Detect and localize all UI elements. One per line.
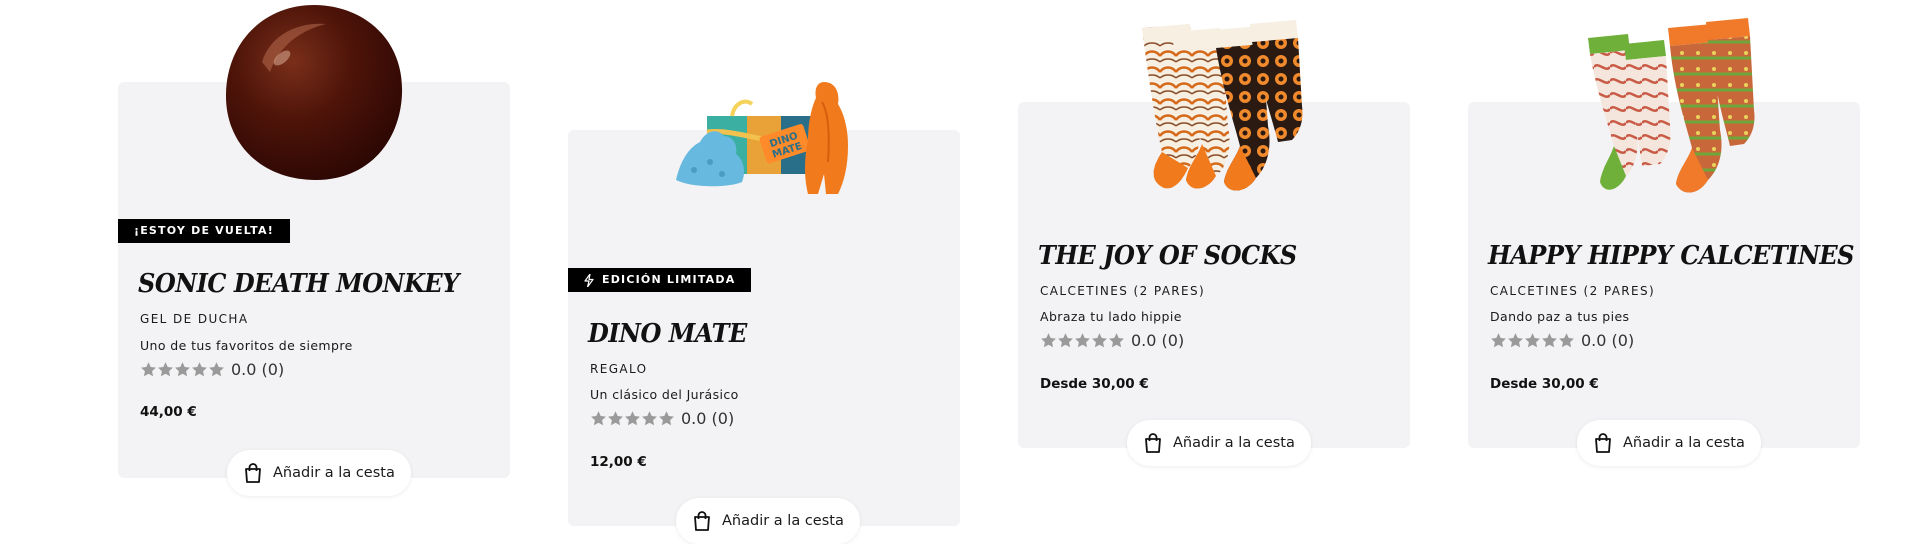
status-badge: ¡ESTOY DE VUELTA!: [118, 219, 290, 243]
dino-gift-box-image[interactable]: DINO MATE: [672, 82, 858, 198]
shopping-bag-icon: [245, 463, 261, 483]
star-icon: [625, 411, 640, 426]
product-tagline: Dando paz a tus pies: [1490, 309, 1630, 324]
star-icon: [1491, 333, 1506, 348]
star-icon: [642, 411, 657, 426]
product-rating: 0.0 (0): [1490, 331, 1634, 350]
star-icon: [1041, 333, 1056, 348]
add-to-cart-label: Añadir a la cesta: [273, 465, 395, 481]
product-price: 12,00 €: [590, 454, 647, 470]
badge-label: EDICIÓN LIMITADA: [602, 273, 736, 286]
star-icon: [1109, 333, 1124, 348]
star-icon: [659, 411, 674, 426]
star-icon: [608, 411, 623, 426]
rating-stars: [590, 410, 675, 427]
shopping-bag-icon: [1595, 433, 1611, 453]
star-icon: [175, 362, 190, 377]
star-icon: [192, 362, 207, 377]
star-icon: [141, 362, 156, 377]
rating-value: 0.0 (0): [681, 409, 735, 428]
rating-stars: [1490, 332, 1575, 349]
star-icon: [209, 362, 224, 377]
badge-label: ¡ESTOY DE VUELTA!: [134, 224, 274, 237]
add-to-cart-button[interactable]: Añadir a la cesta: [1127, 420, 1311, 466]
product-price: Desde 30,00 €: [1040, 376, 1149, 392]
orange-socks-image[interactable]: [1128, 16, 1306, 206]
product-price: 44,00 €: [140, 404, 197, 420]
product-tagline: Abraza tu lado hippie: [1040, 309, 1182, 324]
star-icon: [1542, 333, 1557, 348]
product-rating: 0.0 (0): [590, 409, 734, 428]
product-tagline: Un clásico del Jurásico: [590, 387, 739, 402]
rating-value: 0.0 (0): [1131, 331, 1185, 350]
star-icon: [1075, 333, 1090, 348]
add-to-cart-button[interactable]: Añadir a la cesta: [227, 450, 411, 496]
green-socks-image[interactable]: [1578, 18, 1758, 204]
shopping-bag-icon: [694, 511, 710, 531]
star-icon: [1092, 333, 1107, 348]
product-rating: 0.0 (0): [1040, 331, 1184, 350]
star-icon: [591, 411, 606, 426]
add-to-cart-button[interactable]: Añadir a la cesta: [676, 498, 860, 544]
product-title[interactable]: DINO MATE: [588, 317, 747, 348]
product-rating: 0.0 (0): [140, 360, 284, 379]
add-to-cart-label: Añadir a la cesta: [1173, 435, 1295, 451]
add-to-cart-button[interactable]: Añadir a la cesta: [1577, 420, 1761, 466]
product-category: CALCETINES (2 PARES): [1040, 284, 1206, 298]
product-category: CALCETINES (2 PARES): [1490, 284, 1656, 298]
star-icon: [1525, 333, 1540, 348]
lightning-icon: [584, 273, 594, 287]
product-category: GEL DE DUCHA: [140, 312, 249, 326]
rating-stars: [1040, 332, 1125, 349]
star-icon: [158, 362, 173, 377]
rating-stars: [140, 361, 225, 378]
product-tagline: Uno de tus favoritos de siempre: [140, 338, 353, 353]
product-title[interactable]: THE JOY OF SOCKS: [1038, 239, 1297, 270]
product-price: Desde 30,00 €: [1490, 376, 1599, 392]
star-icon: [1559, 333, 1574, 348]
status-badge: EDICIÓN LIMITADA: [568, 268, 752, 292]
add-to-cart-label: Añadir a la cesta: [722, 513, 844, 529]
product-title[interactable]: SONIC DEATH MONKEY: [138, 267, 459, 298]
star-icon: [1508, 333, 1523, 348]
rating-value: 0.0 (0): [1581, 331, 1635, 350]
product-title[interactable]: HAPPY HIPPY CALCETINES: [1488, 239, 1855, 270]
rating-value: 0.0 (0): [231, 360, 285, 379]
shopping-bag-icon: [1145, 433, 1161, 453]
add-to-cart-label: Añadir a la cesta: [1623, 435, 1745, 451]
product-category: REGALO: [590, 362, 648, 376]
shower-gel-drop-image[interactable]: [222, 2, 406, 182]
star-icon: [1058, 333, 1073, 348]
